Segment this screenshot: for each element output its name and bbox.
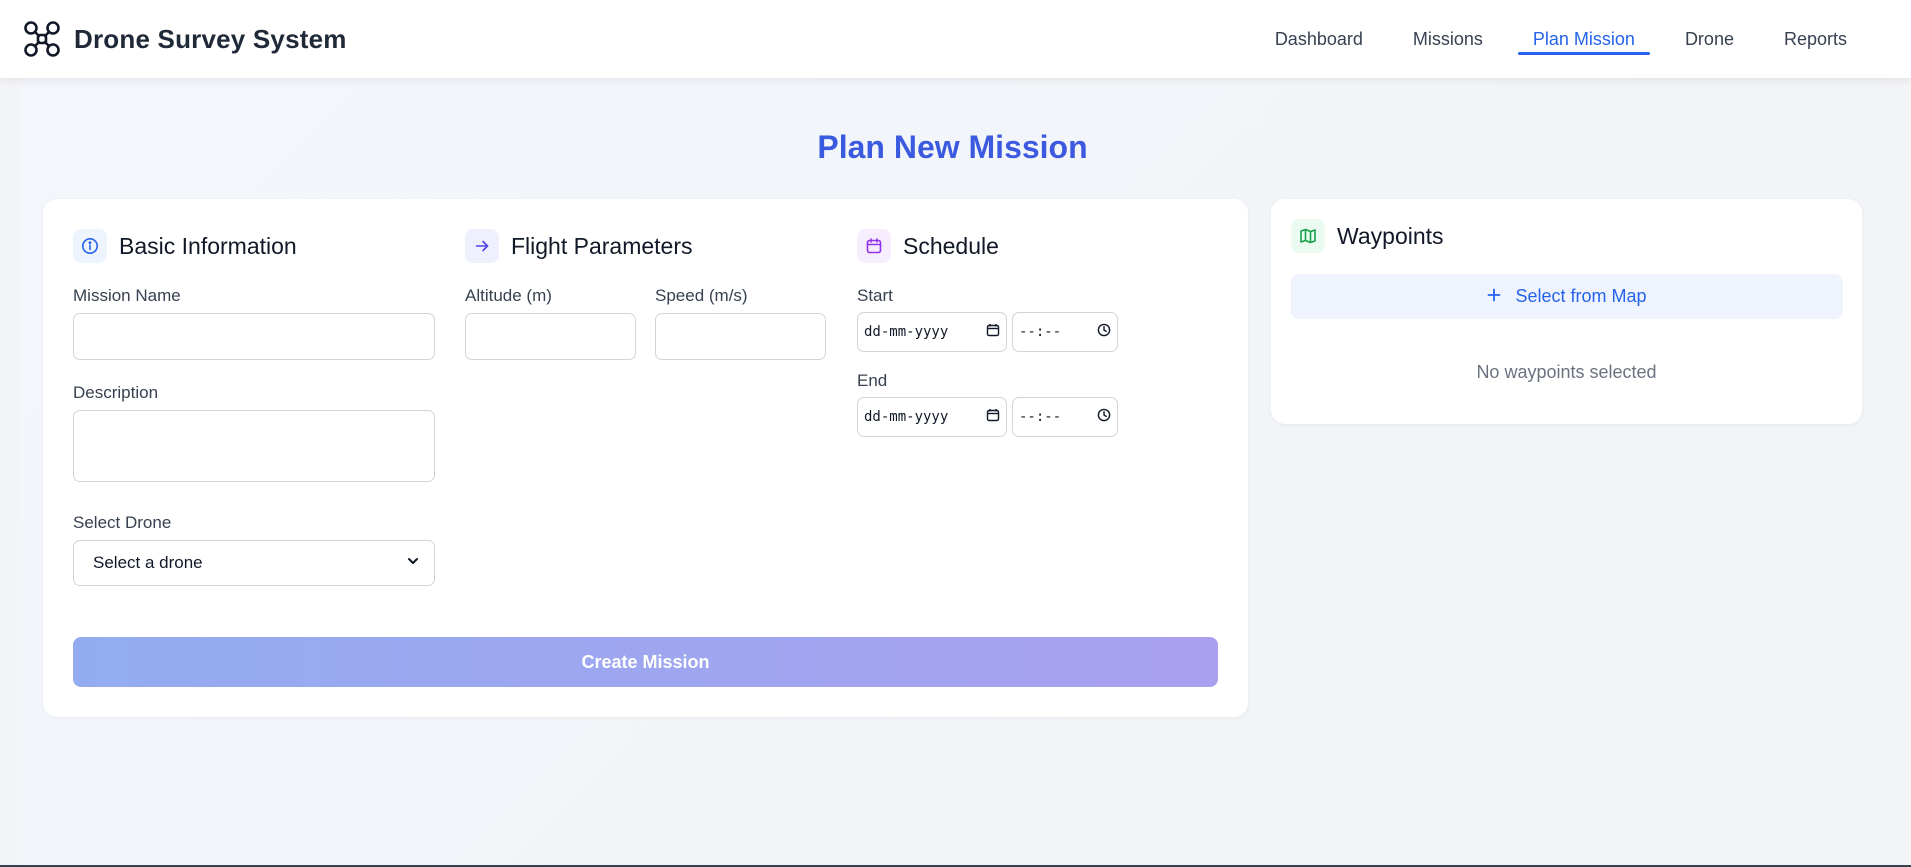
calendar-picker-icon[interactable]	[986, 323, 1000, 341]
altitude-label: Altitude (m)	[465, 286, 552, 305]
page-title: Plan New Mission	[0, 129, 1905, 166]
basic-info-heading: Basic Information	[119, 232, 297, 259]
schedule-header: Schedule	[857, 229, 999, 263]
end-time-value: --:--	[1019, 409, 1062, 425]
mission-name-input[interactable]	[73, 313, 435, 360]
start-time-value: --:--	[1019, 324, 1062, 340]
speed-label: Speed (m/s)	[655, 286, 748, 305]
clock-icon[interactable]	[1097, 408, 1111, 426]
nav-drone[interactable]: Drone	[1660, 0, 1759, 78]
waypoints-card: Waypoints Select from Map No waypoints s…	[1271, 199, 1862, 424]
end-date-value: dd-mm-yyyy	[864, 409, 949, 425]
app-header: Drone Survey System Dashboard Missions P…	[0, 0, 1911, 78]
start-label: Start	[857, 286, 893, 305]
nav-reports[interactable]: Reports	[1759, 0, 1872, 78]
chevron-down-icon	[406, 553, 420, 573]
app-title: Drone Survey System	[74, 23, 347, 54]
altitude-input[interactable]	[465, 313, 636, 360]
end-label: End	[857, 371, 888, 390]
description-label: Description	[73, 383, 159, 402]
waypoints-header: Waypoints	[1291, 219, 1444, 253]
map-icon	[1291, 219, 1325, 253]
info-icon	[73, 229, 107, 263]
start-date-input[interactable]: dd-mm-yyyy	[857, 312, 1007, 352]
mission-form-card: Basic Information Mission Name Descripti…	[43, 199, 1248, 717]
calendar-picker-icon[interactable]	[986, 408, 1000, 426]
main-nav: Dashboard Missions Plan Mission Drone Re…	[1250, 0, 1872, 78]
schedule-heading: Schedule	[903, 232, 999, 259]
description-textarea[interactable]	[73, 410, 435, 482]
select-drone-label: Select Drone	[73, 513, 172, 532]
nav-missions[interactable]: Missions	[1388, 0, 1508, 78]
nav-dashboard[interactable]: Dashboard	[1250, 0, 1388, 78]
calendar-icon	[857, 229, 891, 263]
select-from-map-button[interactable]: Select from Map	[1291, 274, 1843, 319]
plus-icon	[1487, 286, 1501, 307]
flight-params-heading: Flight Parameters	[511, 232, 693, 259]
end-date-input[interactable]: dd-mm-yyyy	[857, 397, 1007, 437]
create-mission-button[interactable]: Create Mission	[73, 637, 1218, 687]
brand[interactable]: Drone Survey System	[22, 19, 347, 59]
nav-plan-mission[interactable]: Plan Mission	[1508, 0, 1660, 78]
arrow-right-icon	[465, 229, 499, 263]
drone-select[interactable]: Select a drone	[73, 540, 435, 586]
drone-select-value: Select a drone	[93, 553, 203, 572]
basic-info-header: Basic Information	[73, 229, 297, 263]
start-time-input[interactable]: --:--	[1012, 312, 1118, 352]
drone-icon	[22, 19, 62, 59]
select-from-map-label: Select from Map	[1515, 286, 1647, 306]
mission-name-label: Mission Name	[73, 286, 181, 305]
end-time-input[interactable]: --:--	[1012, 397, 1118, 437]
speed-input[interactable]	[655, 313, 826, 360]
start-date-value: dd-mm-yyyy	[864, 324, 949, 340]
empty-waypoints-text: No waypoints selected	[1476, 362, 1657, 382]
flight-params-header: Flight Parameters	[465, 229, 693, 263]
waypoints-heading: Waypoints	[1337, 222, 1444, 249]
clock-icon[interactable]	[1097, 323, 1111, 341]
